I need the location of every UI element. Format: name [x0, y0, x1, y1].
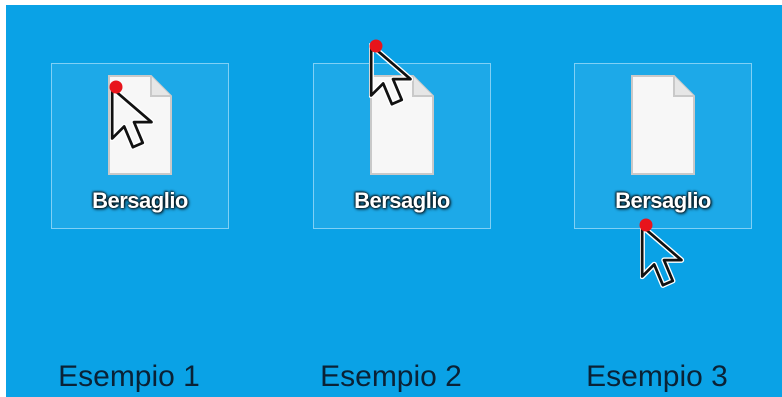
- example-panel-2: Bersaglio Esempio 2: [265, 5, 523, 395]
- arrow-cursor-icon: [640, 223, 688, 295]
- file-label: Bersaglio: [92, 188, 188, 213]
- file-label: Bersaglio: [354, 188, 450, 213]
- hotspot-dot: [369, 39, 383, 53]
- hotspot-dot: [109, 80, 123, 94]
- example-caption: Esempio 3: [586, 360, 728, 393]
- arrow-cursor-icon: [110, 85, 158, 157]
- example-panel-3: Bersaglio Esempio 3: [524, 5, 782, 395]
- file-label: Bersaglio: [615, 188, 711, 213]
- example-panel-1: Bersaglio Esempio 1: [6, 5, 264, 395]
- illustration-stage: Bersaglio Esempio 1 Bersaglio Esempio 2 …: [6, 5, 782, 397]
- desktop-file-tile[interactable]: Bersaglio: [574, 63, 752, 229]
- example-caption: Esempio 1: [58, 360, 200, 393]
- example-caption: Esempio 2: [320, 360, 462, 393]
- hotspot-dot: [639, 218, 653, 232]
- document-icon: [630, 74, 696, 176]
